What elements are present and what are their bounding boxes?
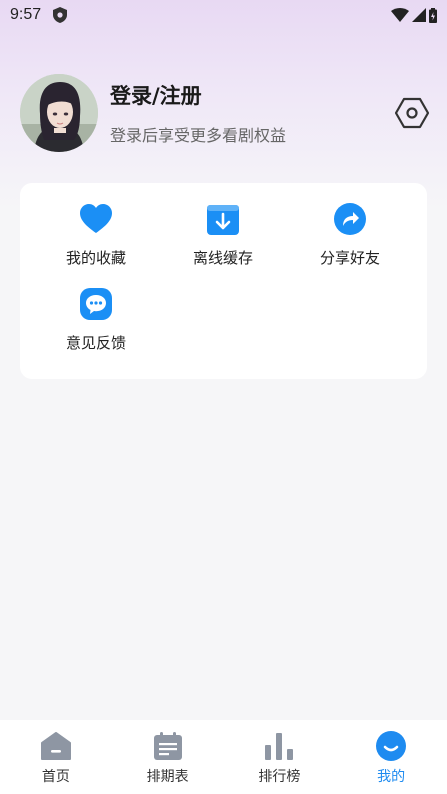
avatar-image	[20, 74, 98, 152]
wifi-icon	[391, 8, 409, 22]
signal-icon	[412, 8, 426, 22]
profile-section[interactable]: 登录/注册 登录后享受更多看剧权益	[20, 73, 430, 153]
feature-feedback[interactable]: 意见反馈	[36, 286, 156, 366]
tab-home[interactable]: 首页	[0, 720, 112, 794]
feature-card: 我的收藏 离线缓存 分享好友 意见反馈	[20, 183, 427, 379]
tab-label: 首页	[41, 769, 70, 785]
feature-label: 我的收藏	[65, 249, 126, 267]
status-indicators	[391, 7, 437, 23]
tab-label: 排行榜	[258, 769, 301, 785]
feature-label: 离线缓存	[192, 249, 253, 267]
feature-label: 意见反馈	[65, 334, 126, 352]
shield-icon	[53, 7, 68, 23]
tab-schedule[interactable]: 排期表	[112, 720, 224, 794]
bar-chart-icon	[265, 733, 294, 760]
feature-share[interactable]: 分享好友	[290, 201, 410, 281]
settings-button[interactable]	[394, 95, 430, 131]
calendar-icon	[153, 732, 182, 760]
chat-icon	[80, 288, 112, 320]
feature-offline-cache[interactable]: 离线缓存	[163, 201, 283, 281]
tab-mine[interactable]: 我的	[335, 720, 447, 794]
status-time: 9:57	[10, 6, 42, 23]
login-register-link[interactable]: 登录/注册	[110, 80, 286, 110]
heart-icon	[80, 204, 112, 233]
bottom-tab-bar: 首页 排期表 排行榜 我的	[0, 720, 447, 794]
download-icon	[207, 205, 239, 235]
avatar[interactable]	[20, 74, 98, 152]
settings-hexagon-icon	[395, 97, 429, 129]
smile-icon	[376, 731, 407, 761]
home-icon	[40, 732, 71, 760]
feature-label: 分享好友	[319, 249, 380, 267]
tab-ranking[interactable]: 排行榜	[224, 720, 336, 794]
battery-icon	[429, 7, 437, 23]
share-icon	[334, 203, 366, 235]
login-subtitle: 登录后享受更多看剧权益	[110, 126, 287, 145]
tab-label: 排期表	[146, 769, 189, 785]
feature-favorites[interactable]: 我的收藏	[36, 201, 156, 281]
tab-label: 我的	[377, 769, 406, 785]
status-bar: 9:57	[0, 0, 447, 30]
